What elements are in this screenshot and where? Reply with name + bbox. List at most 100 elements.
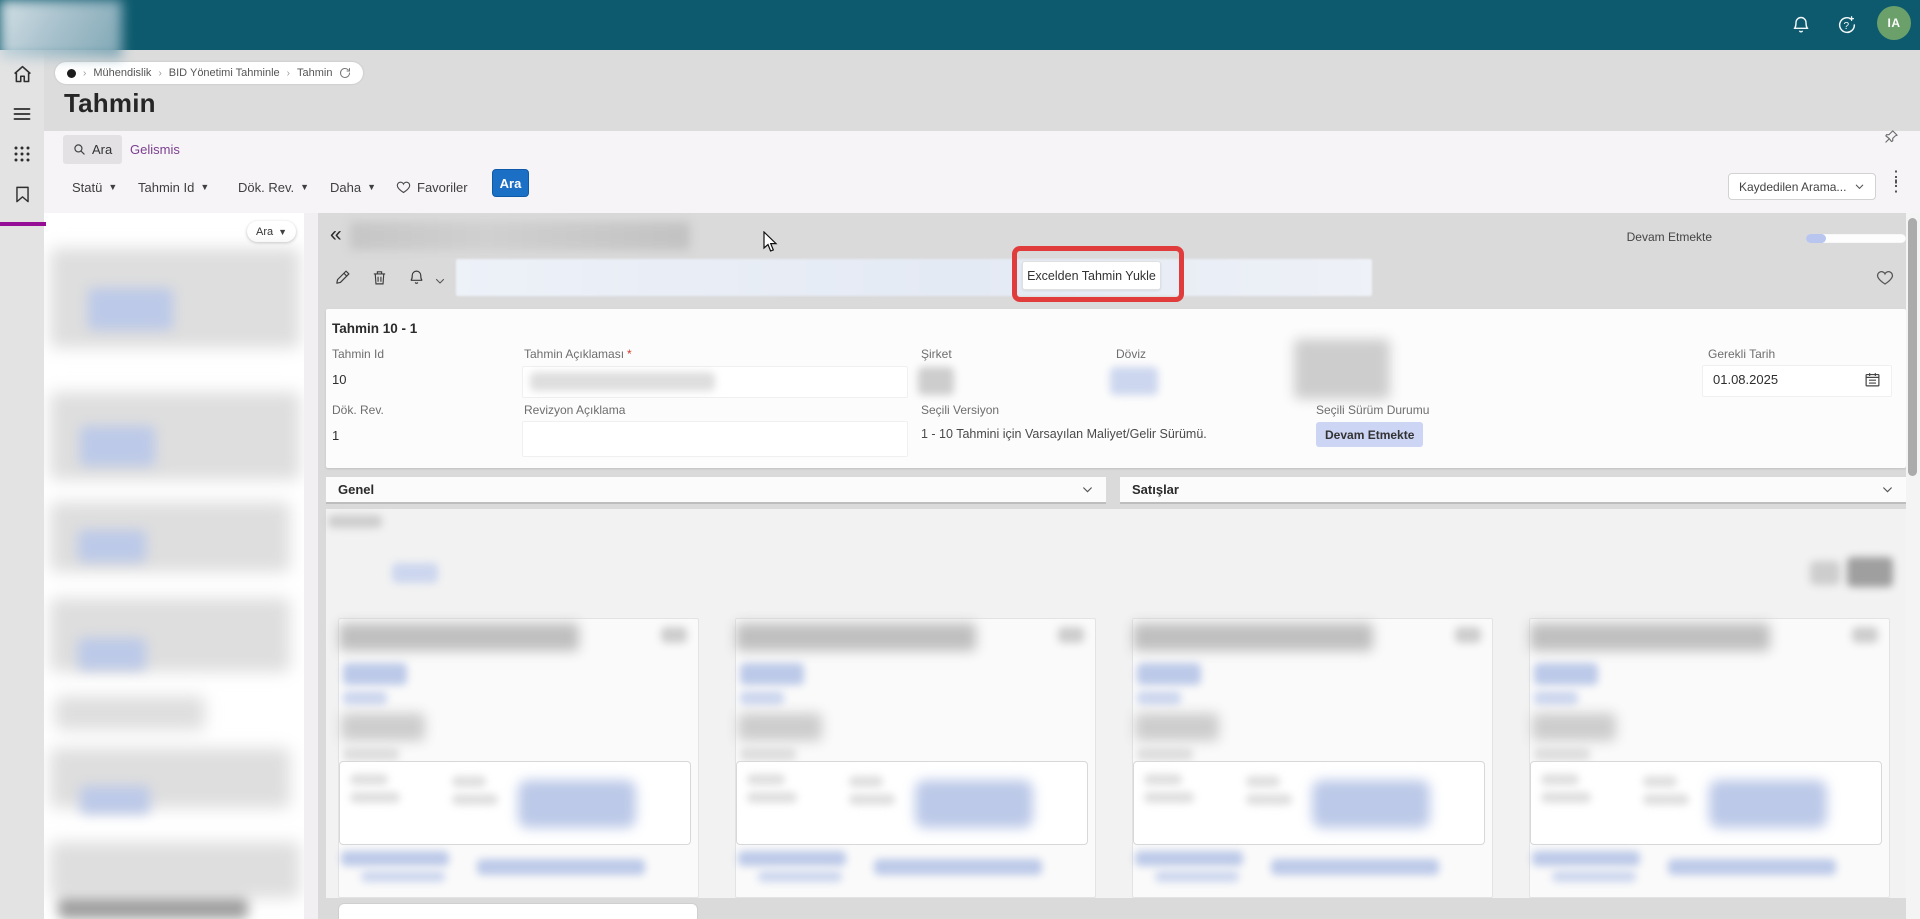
redacted-result-link[interactable] — [80, 426, 155, 466]
breadcrumb-item[interactable]: BID Yönetimi Tahminle — [169, 67, 280, 79]
redacted-card-link[interactable] — [341, 851, 449, 866]
breadcrumb-item[interactable]: Tahmin — [297, 67, 332, 79]
app-logo-redacted — [0, 0, 122, 58]
delete-trash-icon[interactable] — [369, 267, 389, 287]
redacted-card-link[interactable] — [758, 871, 842, 882]
chevron-down-icon — [1881, 483, 1894, 496]
redacted-card-link[interactable] — [738, 851, 846, 866]
top-bar — [0, 0, 1920, 50]
sidebar-sort-dropdown[interactable]: Ara ▼ — [247, 221, 297, 242]
redacted-card-link[interactable] — [1137, 663, 1201, 685]
breadcrumb[interactable]: › Mühendislik › BID Yönetimi Tahminle › … — [55, 62, 364, 84]
redacted-card-menu[interactable] — [1852, 627, 1878, 643]
estimate-version-card[interactable] — [1529, 618, 1890, 898]
redacted-card-link[interactable] — [1552, 871, 1636, 882]
tab-advanced[interactable]: Gelismis — [130, 142, 180, 157]
redacted-card-link[interactable] — [1271, 859, 1439, 875]
page-title: Tahmin — [64, 88, 156, 118]
redacted-card-link[interactable] — [1668, 859, 1836, 875]
status-progress-fill — [1806, 234, 1826, 243]
estimate-version-card[interactable] — [735, 618, 1096, 898]
redacted-toolbar-fields — [456, 259, 1372, 296]
scrollbar-thumb[interactable] — [1908, 218, 1917, 476]
redacted-version-block — [1294, 339, 1390, 399]
redacted-control[interactable] — [1810, 561, 1840, 585]
redacted-result-link[interactable] — [78, 638, 146, 670]
filter-more-dropdown[interactable]: Daha ▼ — [330, 174, 376, 200]
redacted-card-link[interactable] — [1155, 871, 1239, 882]
redacted-result-link[interactable] — [78, 530, 146, 562]
redacted-result-link[interactable] — [80, 786, 150, 814]
card-summary-box — [1133, 761, 1485, 845]
field-label: Tahmin Id — [332, 347, 385, 361]
tab-search[interactable]: Ara — [63, 135, 123, 164]
alert-bell-icon[interactable] — [406, 267, 426, 287]
redacted-card-link[interactable] — [1532, 851, 1640, 866]
help-icon[interactable]: ? — [1832, 10, 1862, 40]
redacted-action-link[interactable] — [392, 563, 438, 583]
home-icon[interactable] — [11, 63, 33, 85]
redacted-card-menu[interactable] — [661, 627, 687, 643]
redacted-box-value — [1246, 794, 1292, 805]
redacted-box-label — [1541, 792, 1591, 803]
redacted-box-value — [849, 794, 895, 805]
menu-icon[interactable] — [11, 103, 33, 125]
revision-description-input[interactable] — [522, 421, 908, 457]
section-genel-header[interactable]: Genel — [326, 477, 1106, 504]
estimate-version-card[interactable] — [338, 618, 699, 898]
redacted-box-label — [350, 792, 400, 803]
redacted-box-button[interactable] — [1709, 780, 1827, 828]
refresh-icon[interactable] — [339, 67, 351, 79]
redacted-box-value — [452, 794, 498, 805]
user-avatar[interactable]: IA — [1877, 6, 1911, 40]
redacted-card-link[interactable] — [1534, 663, 1598, 685]
estimate-version-card[interactable] — [1132, 618, 1493, 898]
redacted-card-link[interactable] — [477, 859, 645, 875]
redacted-card-link[interactable] — [1135, 851, 1243, 866]
redacted-control-button[interactable] — [1847, 557, 1893, 587]
redacted-box-button[interactable] — [1312, 780, 1430, 828]
bookmark-icon[interactable] — [11, 183, 33, 205]
bell-chevron-down-icon[interactable] — [430, 271, 450, 291]
apps-grid-icon[interactable] — [11, 143, 33, 165]
redacted-card-link[interactable] — [1137, 691, 1181, 705]
collapse-panel-icon[interactable]: « — [330, 223, 342, 247]
redacted-box-button[interactable] — [518, 780, 636, 828]
notifications-bell-icon[interactable] — [1786, 10, 1816, 40]
redacted-box-button[interactable] — [915, 780, 1033, 828]
redacted-card-link[interactable] — [1534, 691, 1578, 705]
redacted-box-label — [1144, 774, 1182, 785]
redacted-result-link[interactable] — [88, 288, 173, 330]
edit-pencil-icon[interactable] — [332, 267, 352, 287]
redacted-card-label — [1137, 747, 1193, 761]
redacted-card-link[interactable] — [361, 871, 445, 882]
redacted-card-label — [740, 747, 796, 761]
redacted-card-link[interactable] — [740, 663, 804, 685]
pin-icon[interactable] — [1884, 129, 1899, 144]
more-actions-kebab-icon[interactable]: ⋮ ⋮ — [1888, 170, 1904, 195]
calendar-icon[interactable] — [1864, 371, 1882, 389]
redacted-card-link[interactable] — [343, 691, 387, 705]
redacted-card-link[interactable] — [343, 663, 407, 685]
redacted-card-header — [1530, 623, 1770, 651]
redacted-card-link[interactable] — [874, 859, 1042, 875]
filter-status-dropdown[interactable]: Statü ▼ — [72, 174, 117, 200]
upload-from-excel-button[interactable]: Excelden Tahmin Yukle — [1022, 261, 1161, 290]
vertical-scrollbar[interactable] — [1906, 213, 1920, 919]
search-filter-strip: Ara Gelismis Statü ▼ Tahmin Id ▼ Dök. Rev.… — [44, 129, 1920, 213]
filter-tahmin-id-dropdown[interactable]: Tahmin Id ▼ — [138, 174, 209, 200]
redacted-card-menu[interactable] — [1455, 627, 1481, 643]
filter-dok-rev-dropdown[interactable]: Dök. Rev. ▼ — [238, 174, 309, 200]
section-satislar-header[interactable]: Satışlar — [1120, 477, 1906, 504]
redacted-card-link[interactable] — [740, 691, 784, 705]
search-submit-button[interactable]: Ara — [492, 169, 529, 197]
favorites-toggle[interactable]: Favoriler — [396, 174, 468, 200]
redacted-card-header — [1133, 623, 1373, 651]
redacted-box-label — [1144, 792, 1194, 803]
saved-search-dropdown[interactable]: Kaydedilen Arama... — [1728, 173, 1877, 200]
breadcrumb-item[interactable]: Mühendislik — [93, 67, 151, 79]
favorite-heart-icon[interactable] — [1876, 269, 1896, 289]
redacted-card-menu[interactable] — [1058, 627, 1084, 643]
card-summary-box — [339, 761, 691, 845]
next-section-box — [338, 903, 698, 919]
